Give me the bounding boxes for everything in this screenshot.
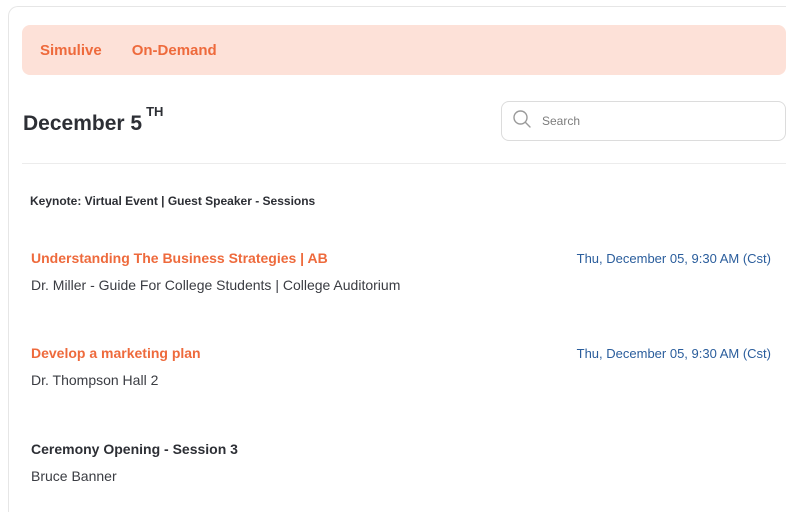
date-heading-main: December 5	[23, 112, 143, 135]
session-subtitle: Bruce Banner	[31, 468, 117, 484]
session-item: Understanding The Business Strategies | …	[31, 250, 776, 293]
session-time: Thu, December 05, 9:30 AM (Cst)	[576, 251, 771, 266]
divider	[22, 163, 786, 164]
tab-on-demand[interactable]: On-Demand	[132, 42, 217, 59]
section-title: Keynote: Virtual Event | Guest Speaker -…	[30, 194, 316, 208]
session-subtitle: Dr. Miller - Guide For College Students …	[31, 277, 401, 293]
session-title[interactable]: Ceremony Opening - Session 3	[31, 441, 776, 457]
session-time: Thu, December 05, 9:30 AM (Cst)	[576, 346, 771, 361]
search-input[interactable]	[540, 113, 774, 129]
session-subtitle: Dr. Thompson Hall 2	[31, 372, 159, 388]
search-icon	[512, 109, 532, 134]
date-heading-suffix: TH	[146, 104, 164, 119]
tab-bar: Simulive On-Demand	[22, 25, 786, 75]
search-box[interactable]	[501, 101, 786, 141]
date-heading: December 5TH	[23, 104, 163, 136]
tab-simulive[interactable]: Simulive	[40, 42, 102, 59]
session-item: Develop a marketing plan Dr. Thompson Ha…	[31, 345, 776, 388]
session-item: Ceremony Opening - Session 3 Bruce Banne…	[31, 441, 776, 484]
